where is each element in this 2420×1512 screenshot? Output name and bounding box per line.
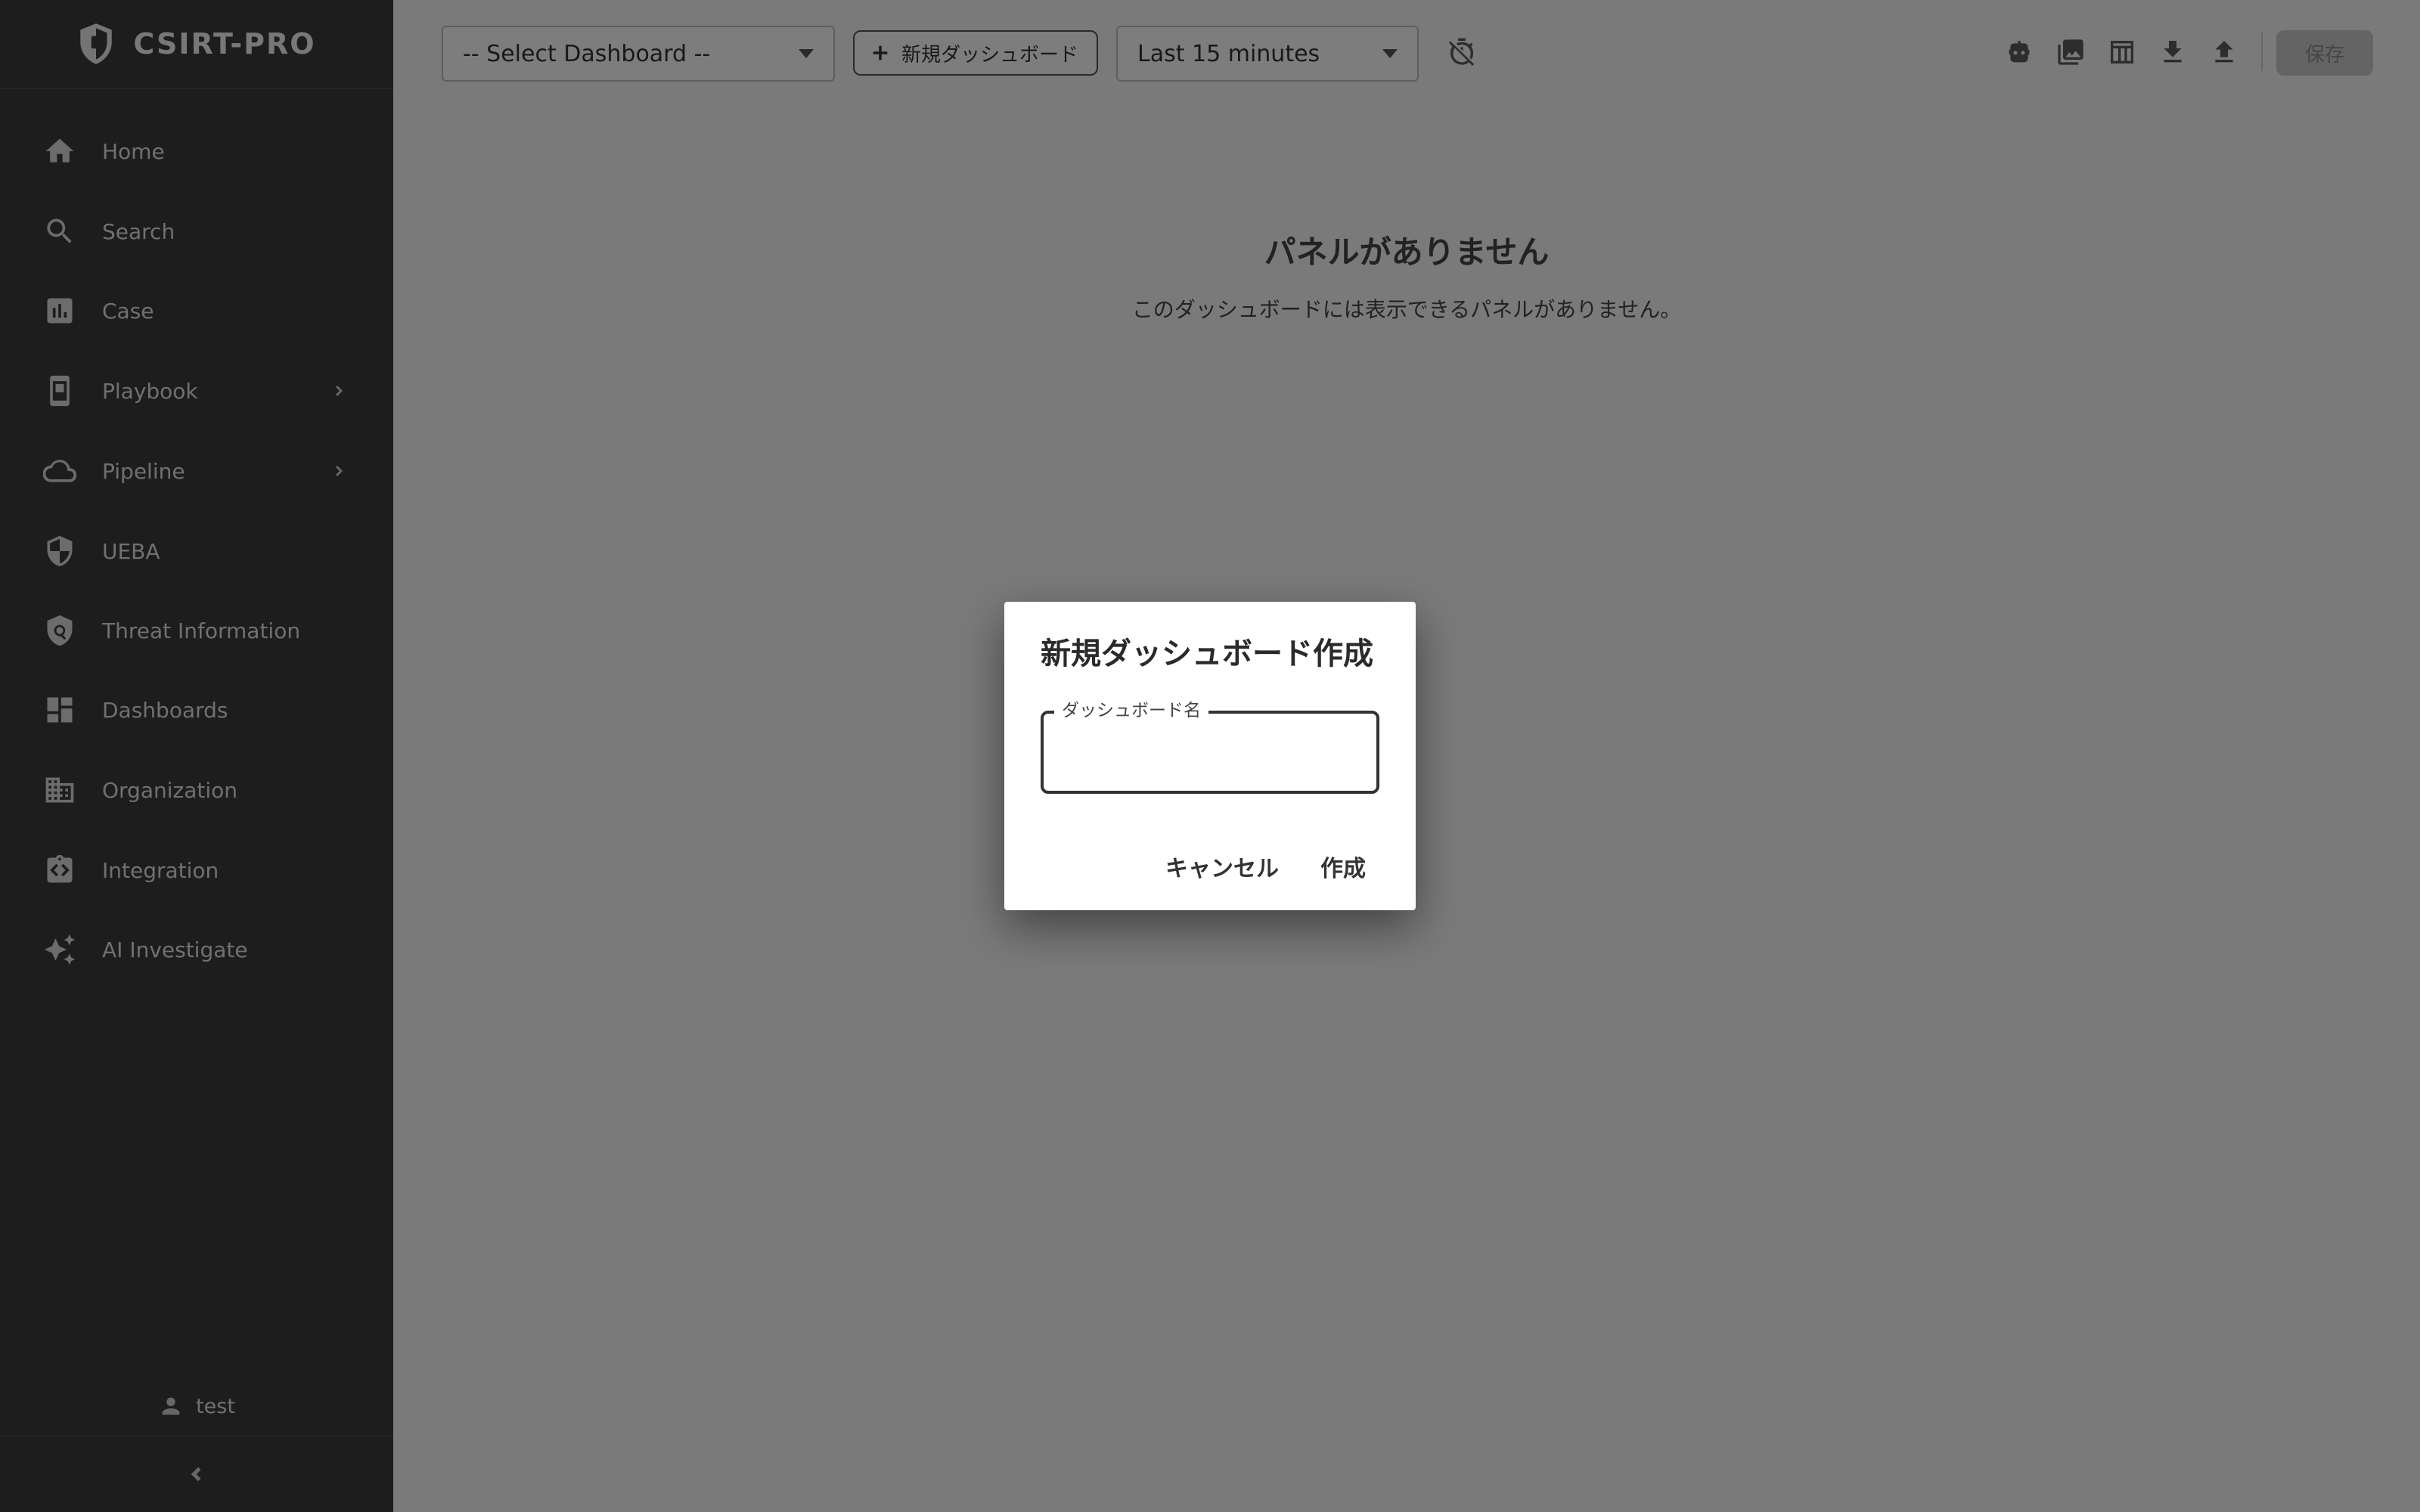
- create-dashboard-dialog: 新規ダッシュボード作成 ダッシュボード名 キャンセル 作成: [1004, 602, 1416, 910]
- dashboard-name-input[interactable]: [1044, 714, 1376, 791]
- dialog-title: 新規ダッシュボード作成: [1041, 637, 1373, 671]
- dashboard-name-field[interactable]: [1041, 711, 1379, 794]
- cancel-button[interactable]: キャンセル: [1165, 845, 1280, 888]
- create-button[interactable]: 作成: [1307, 845, 1379, 888]
- dashboard-name-label: ダッシュボード名: [1054, 696, 1208, 721]
